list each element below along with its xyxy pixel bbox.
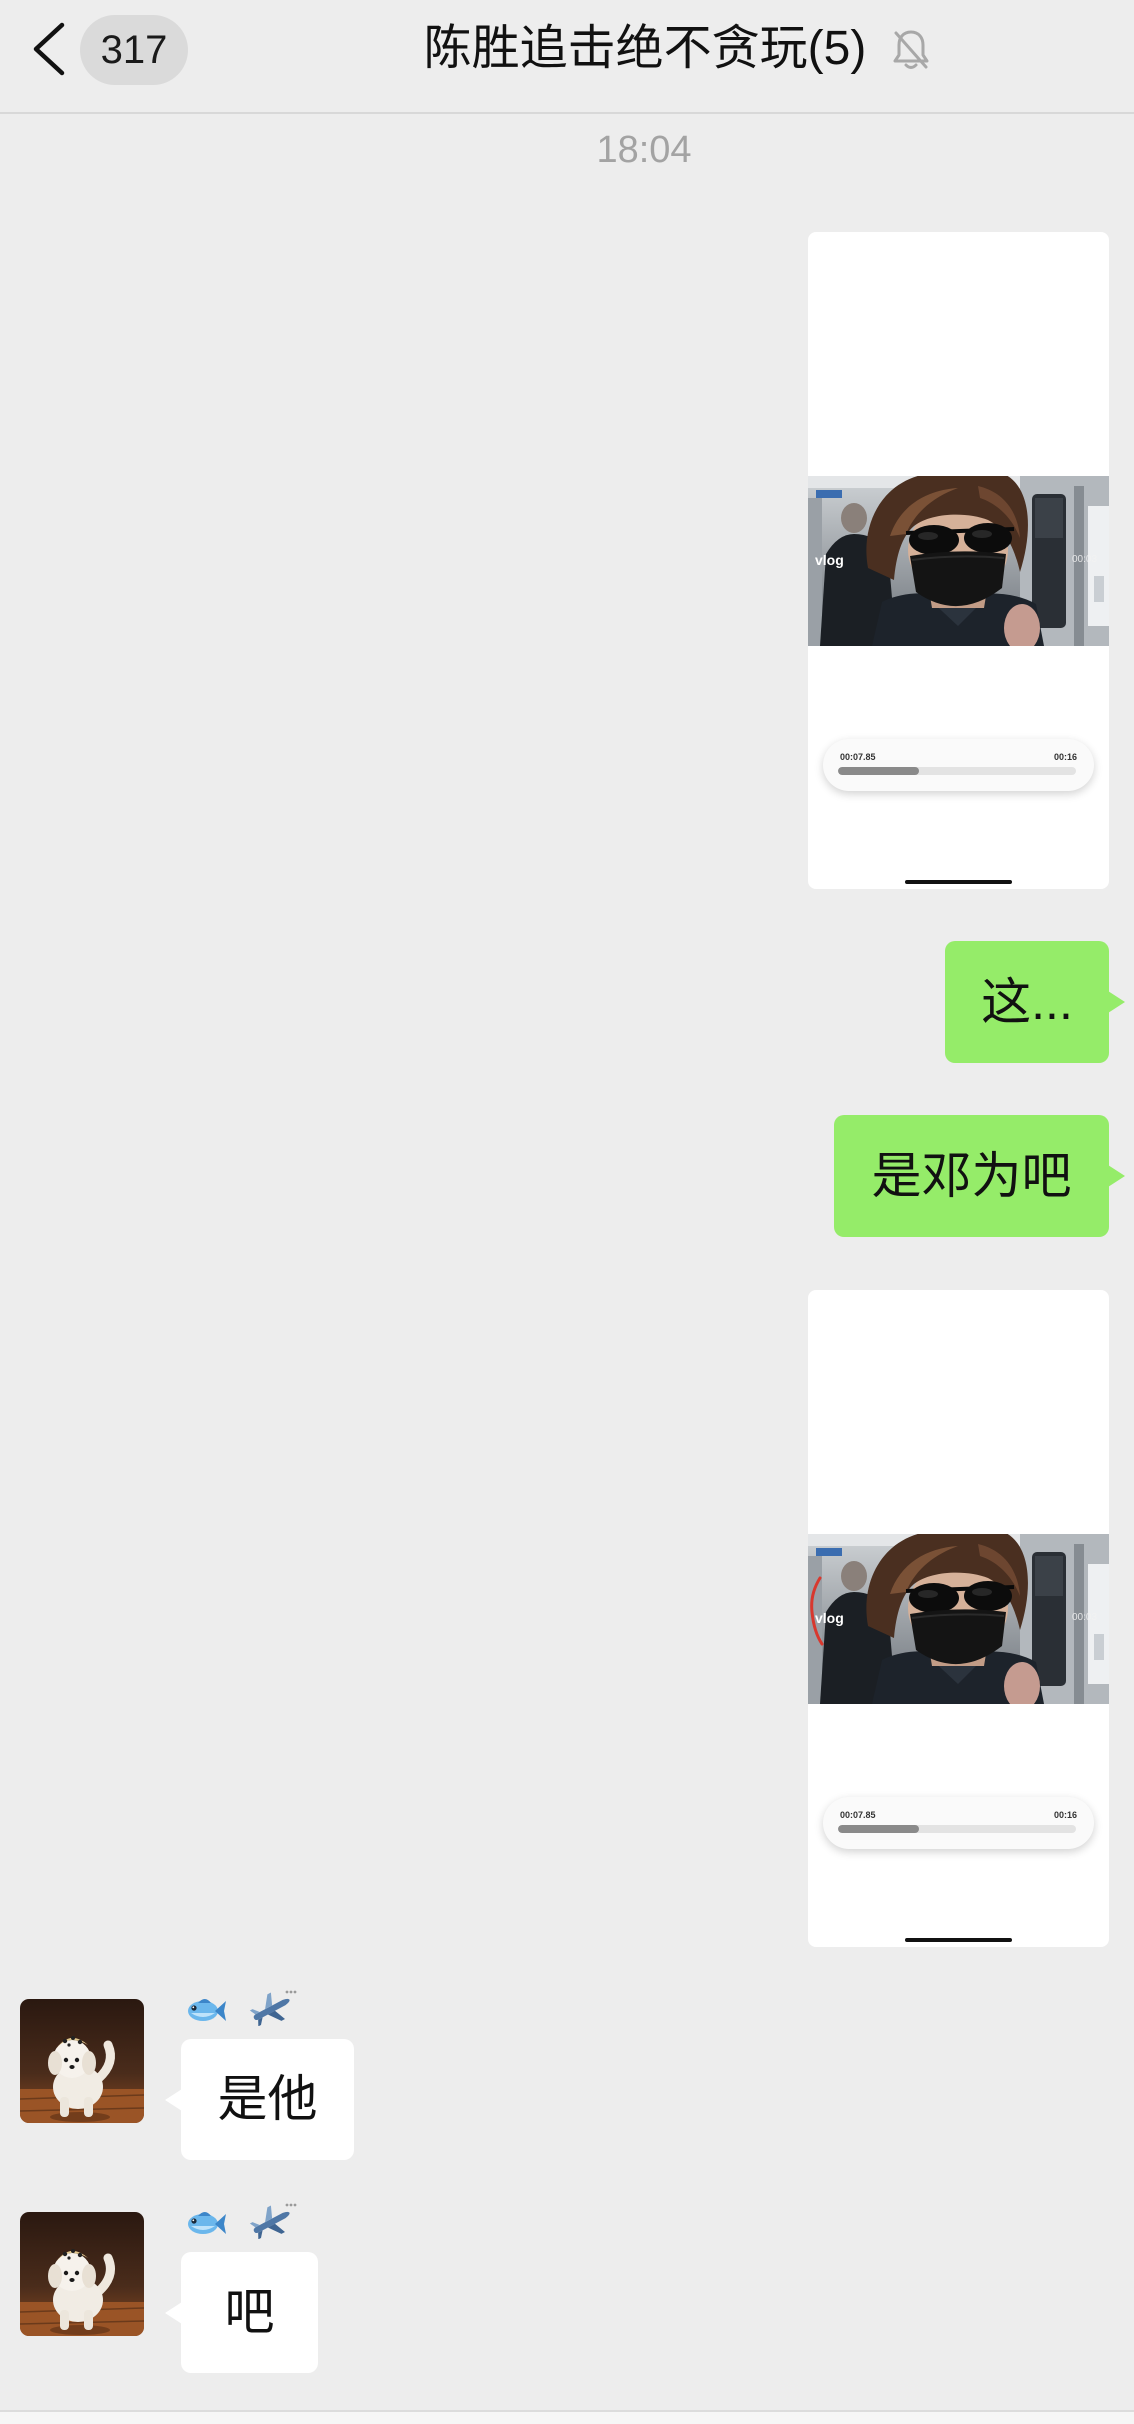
- message-text: 是邓为吧: [871, 1148, 1072, 1204]
- player-duration: 00:16: [1053, 1810, 1077, 1820]
- photo-overlay-text-right: 00:03: [1072, 1612, 1098, 1623]
- video-player-bar: 00:07.85 00:16: [823, 1797, 1094, 1849]
- dog-avatar[interactable]: [20, 2212, 144, 2336]
- unread-count-badge[interactable]: 317: [80, 15, 188, 85]
- message-timestamp: 18:04: [596, 129, 692, 171]
- photo-content: [808, 1534, 1109, 1704]
- image-message[interactable]: vlog 00:03 00:07.85 00:16: [808, 232, 1109, 889]
- bell-slash-icon: [892, 27, 930, 73]
- sent-text-bubble[interactable]: 这...: [945, 941, 1125, 1063]
- photo-overlay-text-left: vlog: [815, 1610, 844, 1626]
- player-progress-track: [838, 1825, 1076, 1833]
- bubble-tail: [1108, 991, 1125, 1013]
- fish-icon: [185, 1994, 227, 2026]
- message-text: 是他: [217, 2071, 318, 2127]
- video-thumbnail-photo: vlog 00:03: [808, 1534, 1109, 1704]
- video-player-bar: 00:07.85 00:16: [823, 739, 1094, 791]
- player-elapsed-time: 00:07.85: [840, 1810, 876, 1820]
- player-duration: 00:16: [1053, 752, 1077, 762]
- input-bar-divider: [0, 2410, 1134, 2424]
- message-text: 这...: [981, 974, 1073, 1030]
- fish-icon: [185, 2207, 227, 2239]
- dog-avatar[interactable]: [20, 1999, 144, 2123]
- chat-header: 317 陈胜追击绝不贪玩(5): [0, 0, 1134, 114]
- airplane-icon: [246, 2201, 298, 2239]
- chevron-left-icon: [33, 22, 65, 76]
- received-text-bubble[interactable]: 吧: [165, 2252, 318, 2373]
- player-progress-fill: [838, 1825, 919, 1833]
- player-elapsed-time: 00:07.85: [840, 752, 876, 762]
- bubble-tail: [165, 2302, 182, 2324]
- home-indicator: [905, 1938, 1012, 1942]
- bubble-tail: [165, 2089, 182, 2111]
- photo-content: [808, 476, 1109, 646]
- airplane-icon: [246, 1988, 298, 2026]
- video-thumbnail-photo: vlog 00:03: [808, 476, 1109, 646]
- sent-text-bubble[interactable]: 是邓为吧: [834, 1115, 1125, 1237]
- back-button[interactable]: [28, 21, 68, 77]
- bubble-tail: [1108, 1165, 1125, 1187]
- photo-overlay-text-left: vlog: [815, 552, 844, 568]
- home-indicator: [905, 880, 1012, 884]
- player-progress-fill: [838, 767, 919, 775]
- player-progress-track: [838, 767, 1076, 775]
- received-text-bubble[interactable]: 是他: [165, 2039, 354, 2160]
- chat-title[interactable]: 陈胜追击绝不贪玩(5): [404, 17, 886, 81]
- image-message[interactable]: vlog 00:03 00:07.85 00:16: [808, 1290, 1109, 1947]
- photo-overlay-text-right: 00:03: [1072, 554, 1098, 565]
- message-text: 吧: [224, 2284, 275, 2340]
